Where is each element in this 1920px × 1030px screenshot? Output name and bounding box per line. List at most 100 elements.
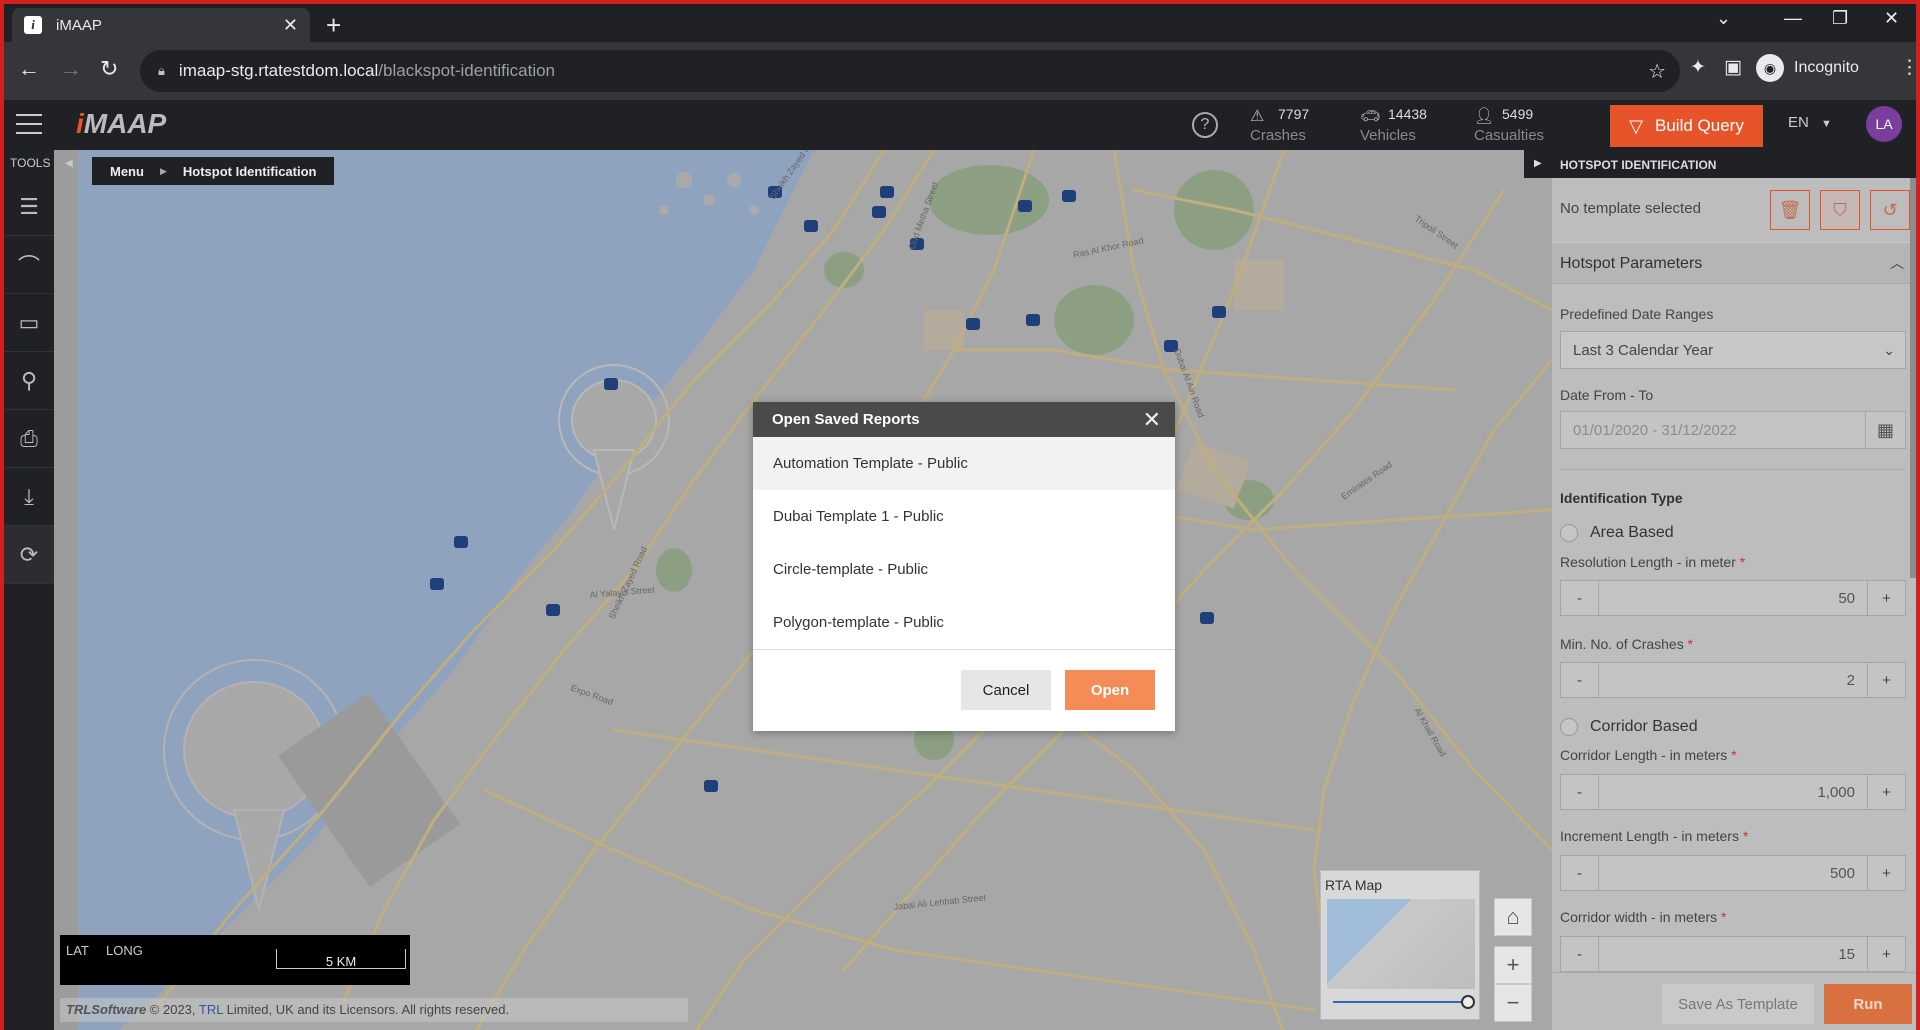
new-tab-icon[interactable]: +	[326, 10, 341, 41]
zoom-out-button[interactable]: −	[1494, 984, 1532, 1022]
vehicle-icon: 🚗︎	[1360, 108, 1381, 125]
home-button[interactable]: ⌂	[1494, 898, 1532, 936]
report-item[interactable]: Circle-template - Public	[753, 543, 1175, 596]
refresh-tool-button[interactable]: ⟳	[4, 526, 54, 584]
minimap-image[interactable]	[1327, 899, 1475, 989]
decrement-button[interactable]: -	[1561, 937, 1599, 971]
collapse-panel-icon[interactable]: ▶	[1534, 158, 1542, 169]
right-panel-title: HOTSPOT IDENTIFICATION	[1560, 158, 1717, 172]
increment-length-value[interactable]: 500	[1830, 865, 1855, 882]
save-as-template-button[interactable]: Save As Template	[1662, 984, 1814, 1024]
reload-icon[interactable]: ↻	[100, 56, 118, 82]
report-item[interactable]: Automation Template - Public	[753, 437, 1175, 490]
back-icon[interactable]: ←	[18, 56, 40, 82]
increment-length-stepper[interactable]: - 500 +	[1560, 855, 1906, 891]
hotspot-parameters-accordion[interactable]: Hotspot Parameters ︿	[1552, 242, 1916, 284]
build-query-button[interactable]: ▽ Build Query	[1610, 105, 1763, 147]
language-value: EN	[1788, 114, 1809, 131]
calendar-icon[interactable]: ▦	[1865, 411, 1905, 449]
corridor-based-radio[interactable]: Corridor Based	[1560, 718, 1698, 736]
avatar[interactable]: LA	[1866, 106, 1902, 142]
bookmark-icon: ⛉	[1833, 199, 1847, 220]
delete-template-button[interactable]: 🗑︎	[1770, 190, 1810, 230]
browser-tab[interactable]: i iMAAP ✕	[12, 8, 310, 42]
resolution-stepper[interactable]: - 50 +	[1560, 580, 1906, 616]
collapse-tools-icon[interactable]: ◀	[65, 158, 73, 169]
hamburger-menu-icon[interactable]	[16, 114, 42, 141]
tools-sidebar: TOOLS ☰ ⌒ ▭ ⚲ ⎙ ⤓ ⟳	[4, 150, 54, 1030]
corridor-width-stepper[interactable]: - 15 +	[1560, 936, 1906, 972]
language-select[interactable]: EN ▼	[1788, 114, 1832, 131]
cancel-button[interactable]: Cancel	[961, 670, 1051, 710]
date-range-field[interactable]: 01/01/2020 - 31/12/2022 ▦	[1560, 411, 1906, 449]
increment-button[interactable]: +	[1867, 856, 1905, 890]
resolution-value[interactable]: 50	[1838, 590, 1855, 607]
trash-icon: 🗑︎	[1778, 199, 1802, 220]
download-tool-button[interactable]: ⤓	[4, 468, 54, 526]
saved-templates-button[interactable]: ⛉	[1820, 190, 1860, 230]
increment-button[interactable]: +	[1867, 775, 1905, 809]
corridor-length-label: Corridor Length - in meters *	[1560, 747, 1737, 763]
attribution-brand: TRLSoftware	[66, 1002, 147, 1017]
run-button[interactable]: Run	[1824, 984, 1912, 1024]
increment-button[interactable]: +	[1867, 581, 1905, 615]
minimize-icon[interactable]: —	[1784, 8, 1802, 29]
extensions-icon[interactable]: ✦	[1690, 56, 1706, 79]
print-tool-button[interactable]: ⎙	[4, 410, 54, 468]
decrement-button[interactable]: -	[1561, 581, 1599, 615]
address-bar[interactable]: 🔒︎ imaap-stg.rtatestdom.local/blackspot-…	[140, 50, 1680, 92]
ruler-tool-button[interactable]: ▭	[4, 294, 54, 352]
close-tab-icon[interactable]: ✕	[283, 15, 298, 36]
opacity-slider[interactable]	[1333, 1001, 1467, 1003]
app-header: iMAAP ? ⚠ 7797 Crashes 🚗︎ 14438 Vehicles…	[4, 100, 1916, 150]
decrement-button[interactable]: -	[1561, 856, 1599, 890]
attribution-link[interactable]: TRL	[199, 1002, 223, 1017]
panel-scrollbar[interactable]	[1910, 178, 1916, 578]
predefined-label: Predefined Date Ranges	[1560, 306, 1714, 322]
area-based-radio[interactable]: Area Based	[1560, 524, 1674, 542]
decrement-button[interactable]: -	[1561, 775, 1599, 809]
open-button[interactable]: Open	[1065, 670, 1155, 710]
restore-icon[interactable]: ❐	[1832, 8, 1848, 29]
map-attribution: TRLSoftware © 2023, TRL Limited, UK and …	[60, 998, 688, 1022]
road-label: Jabal Ali Lehbab Street	[893, 892, 987, 912]
min-crashes-stepper[interactable]: - 2 +	[1560, 662, 1906, 698]
close-window-icon[interactable]: ✕	[1884, 8, 1899, 29]
browser-menu-icon[interactable]: ⋮	[1900, 56, 1916, 79]
download-icon: ⤓	[24, 483, 34, 509]
template-status: No template selected	[1560, 200, 1701, 217]
incognito-profile[interactable]: ◉ Incognito	[1756, 54, 1859, 82]
report-item[interactable]: Dubai Template 1 - Public	[753, 490, 1175, 543]
increment-button[interactable]: +	[1867, 663, 1905, 697]
layers-tool-button[interactable]: ☰	[4, 178, 54, 236]
breadcrumb-menu[interactable]: Menu	[110, 164, 144, 179]
close-icon[interactable]: ✕	[1143, 407, 1161, 433]
increment-button[interactable]: +	[1867, 937, 1905, 971]
reset-button[interactable]: ↺	[1870, 190, 1910, 230]
forward-icon[interactable]: →	[60, 56, 82, 82]
stat-casualties-label: Casualties	[1474, 127, 1545, 144]
zoom-in-button[interactable]: +	[1494, 946, 1532, 984]
min-crashes-value[interactable]: 2	[1847, 672, 1855, 689]
layers-icon: ☰	[19, 193, 39, 219]
slider-handle[interactable]	[1461, 995, 1475, 1009]
predefined-date-select[interactable]: Last 3 Calendar Year ⌄	[1560, 331, 1906, 369]
corridor-width-value[interactable]: 15	[1838, 946, 1855, 963]
report-item[interactable]: Polygon-template - Public	[753, 596, 1175, 649]
decrement-button[interactable]: -	[1561, 663, 1599, 697]
stat-casualties-value: 5499	[1502, 106, 1534, 122]
compass-tool-button[interactable]: ⌒	[4, 236, 54, 294]
tab-search-icon[interactable]: ⌄	[1716, 8, 1731, 29]
dialog-title: Open Saved Reports	[772, 411, 920, 428]
help-icon[interactable]: ?	[1192, 112, 1218, 138]
min-crashes-label: Min. No. of Crashes *	[1560, 636, 1694, 652]
attribution-prefix: © 2023,	[149, 1002, 196, 1017]
pin-tool-button[interactable]: ⚲	[4, 352, 54, 410]
corridor-length-stepper[interactable]: - 1,000 +	[1560, 774, 1906, 810]
corridor-length-value[interactable]: 1,000	[1817, 784, 1855, 801]
bookmark-star-icon[interactable]: ☆	[1648, 59, 1666, 84]
ruler-icon: ▭	[18, 309, 40, 335]
stat-crashes-value: 7797	[1278, 106, 1310, 122]
minimap[interactable]: RTA Map	[1320, 870, 1480, 1020]
side-panel-icon[interactable]: ▣	[1724, 56, 1742, 79]
